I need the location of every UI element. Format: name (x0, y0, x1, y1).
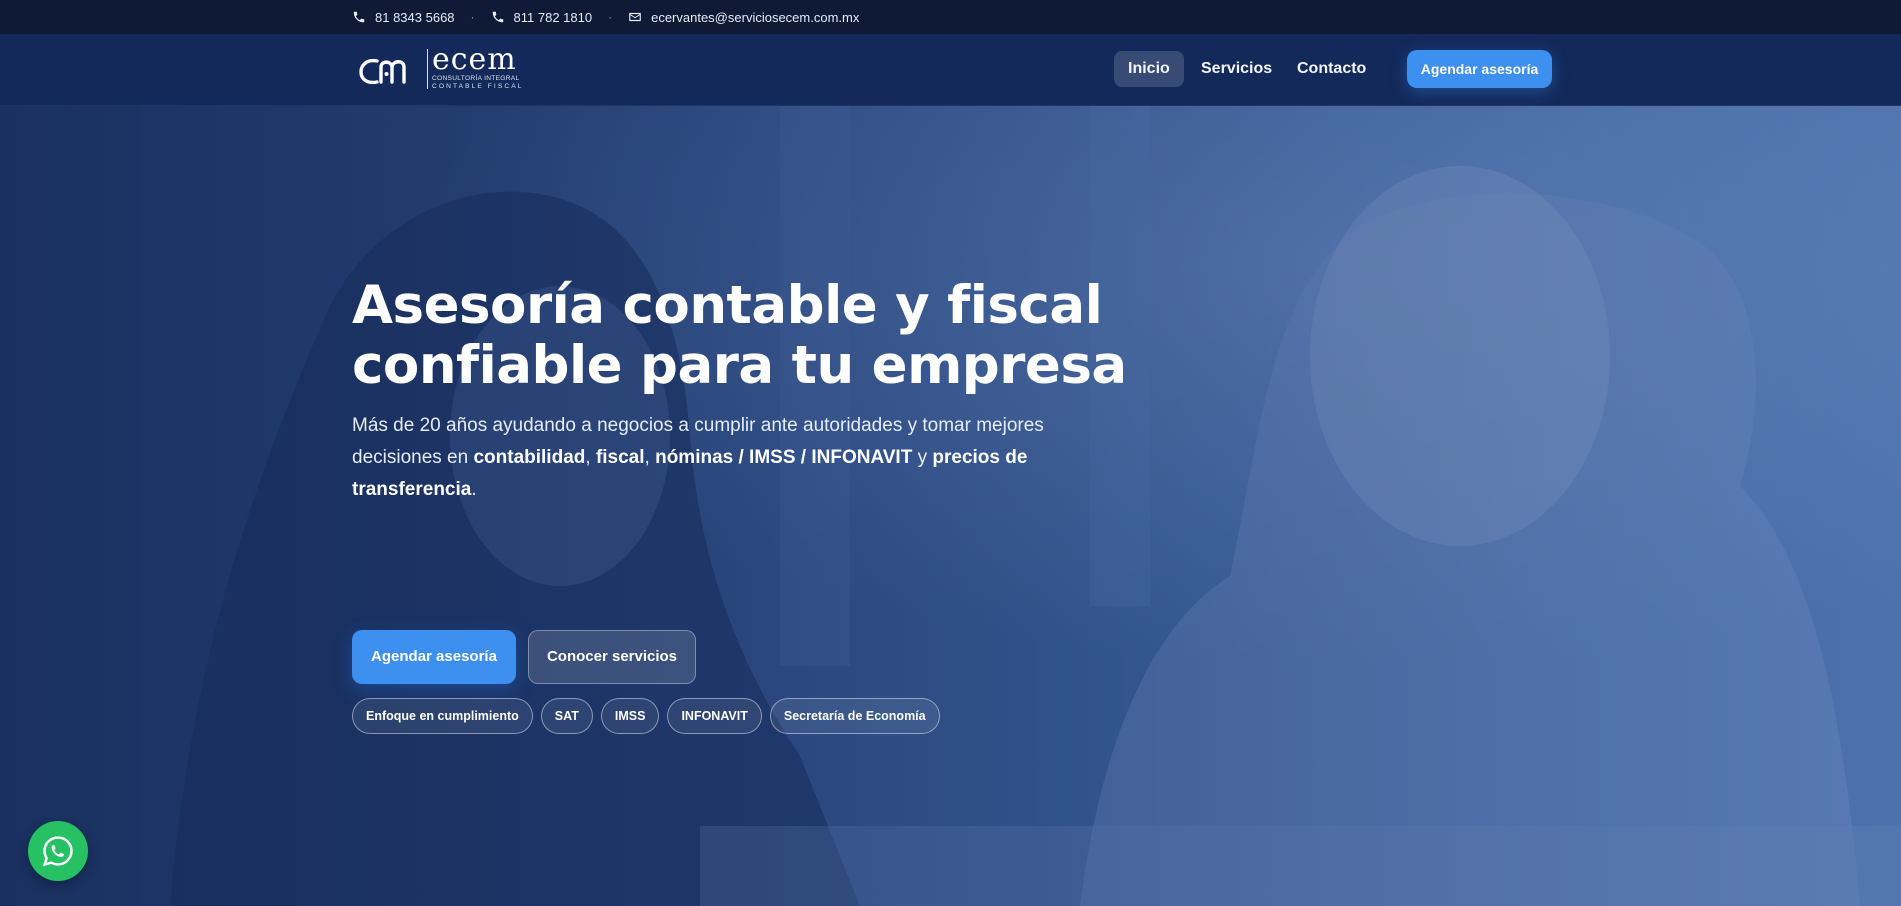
hero-description: Más de 20 años ayudando a negocios a cum… (352, 410, 1052, 506)
site-header: ecem CONSULTORÍA INTEGRAL CONTABLE FISCA… (0, 34, 1901, 106)
contact-email[interactable]: ecervantes@serviciosecem.com.mx (628, 10, 859, 25)
main-nav: Inicio Servicios Contacto Agendar asesor… (0, 50, 1901, 89)
hero-desc-text: y (912, 447, 933, 468)
separator: · (470, 10, 475, 24)
hero-desc-highlight: nóminas / IMSS / INFONAVIT (655, 447, 913, 468)
whatsapp-button[interactable] (28, 821, 88, 881)
contact-list: 81 8343 5668 · 811 782 1810 · ecervantes… (352, 0, 859, 34)
hero-title-line-2: confiable para tu empresa (352, 335, 1127, 396)
contact-phone-2[interactable]: 811 782 1810 (491, 9, 593, 25)
header-schedule-button[interactable]: Agendar asesoría (1407, 50, 1552, 88)
hero-content: Asesoría contable y fiscal confiable par… (352, 276, 1132, 506)
phone-2-text: 811 782 1810 (513, 9, 593, 25)
nav-item-contacto[interactable]: Contacto (1283, 51, 1380, 87)
whatsapp-icon (42, 836, 73, 867)
contact-phone-1[interactable]: 81 8343 5668 (352, 10, 455, 25)
badge-sat: SAT (540, 698, 593, 734)
nav-item-servicios[interactable]: Servicios (1187, 51, 1286, 87)
top-contact-bar: 81 8343 5668 · 811 782 1810 · ecervantes… (0, 0, 1901, 34)
badge-cumplimiento: Enfoque en cumplimiento (352, 698, 533, 734)
hero-desc-highlight: fiscal (595, 447, 645, 468)
mail-icon (629, 12, 641, 22)
separator: · (608, 10, 613, 24)
phone-1-text: 81 8343 5668 (375, 9, 455, 25)
badge-secretaria-economia: Secretaría de Economía (769, 698, 940, 734)
services-button[interactable]: Conocer servicios (528, 630, 696, 684)
hero-desc-text: , (644, 447, 656, 468)
hero-desc-highlight: contabilidad (473, 447, 586, 468)
email-text: ecervantes@serviciosecem.com.mx (651, 9, 860, 25)
hero-badges: Enfoque en cumplimiento SAT IMSS INFONAV… (352, 698, 940, 734)
hero-overlay (0, 106, 1901, 906)
badge-imss: IMSS (600, 698, 660, 734)
hero-section (0, 106, 1901, 906)
hero-desc-text: , (585, 447, 596, 468)
phone-icon (492, 11, 503, 23)
phone-icon (353, 11, 365, 23)
nav-item-inicio[interactable]: Inicio (1114, 51, 1184, 87)
schedule-button[interactable]: Agendar asesoría (352, 630, 516, 684)
badge-infonavit: INFONAVIT (667, 698, 762, 734)
hero-desc-text: . (471, 479, 477, 500)
hero-title-line-1: Asesoría contable y fiscal (352, 275, 1103, 336)
hero-title: Asesoría contable y fiscal confiable par… (352, 276, 1132, 396)
hero-buttons: Agendar asesoría Conocer servicios (352, 630, 696, 684)
